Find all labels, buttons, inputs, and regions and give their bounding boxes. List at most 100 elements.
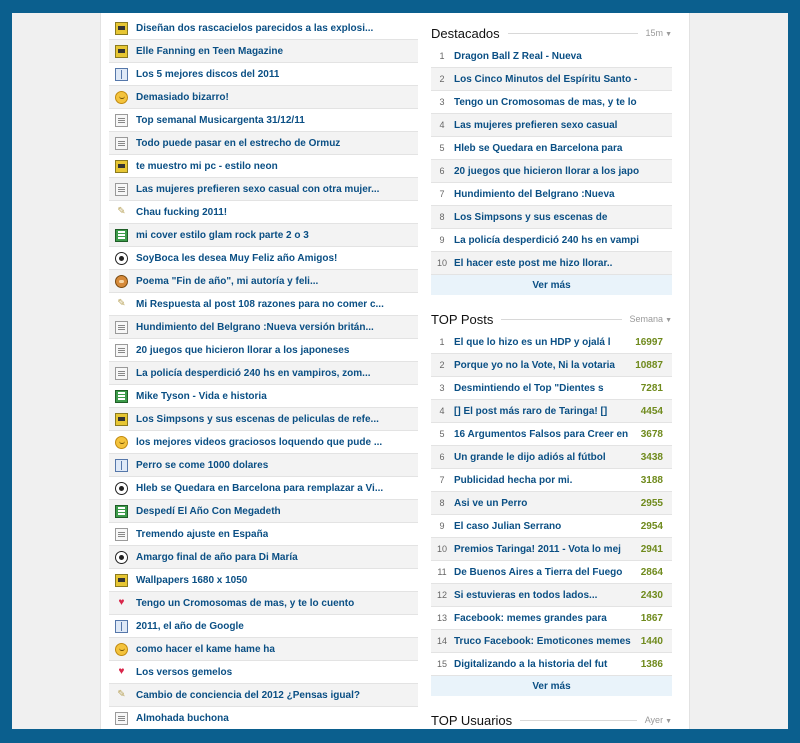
post-title-link[interactable]: Chau fucking 2011! xyxy=(136,207,227,218)
ranked-post-link[interactable]: [] El post más raro de Taringa! [] xyxy=(453,406,632,417)
ranked-list-item[interactable]: 1 El que lo hizo es un HDP y ojalá l 16997 xyxy=(431,331,672,354)
ranked-list-item[interactable]: 11 De Buenos Aires a Tierra del Fuego 2864 xyxy=(431,561,672,584)
post-title-link[interactable]: Amargo final de año para Di María xyxy=(136,552,298,563)
ranked-list-item[interactable]: 5 16 Argumentos Falsos para Creer en 3678 xyxy=(431,423,672,446)
ranked-post-link[interactable]: Si estuvieras en todos lados... xyxy=(453,590,632,601)
post-title-link[interactable]: Mi Respuesta al post 108 razones para no… xyxy=(136,299,384,310)
post-title-link[interactable]: mi cover estilo glam rock parte 2 o 3 xyxy=(136,230,309,241)
post-list-item[interactable]: Demasiado bizarro! xyxy=(109,86,418,109)
post-title-link[interactable]: Tremendo ajuste en España xyxy=(136,529,268,540)
post-title-link[interactable]: Hundimiento del Belgrano :Nueva versión … xyxy=(136,322,374,333)
post-list-item[interactable]: ✎ Chau fucking 2011! xyxy=(109,201,418,224)
ranked-list-item[interactable]: 3 Tengo un Cromosomas de mas, y te lo xyxy=(431,91,672,114)
ranked-list-item[interactable]: 1 Dragon Ball Z Real - Nueva xyxy=(431,45,672,68)
post-list-item[interactable]: Mike Tyson - Vida e historia xyxy=(109,385,418,408)
post-list-item[interactable]: Hleb se Quedara en Barcelona para rempla… xyxy=(109,477,418,500)
post-title-link[interactable]: Elle Fanning en Teen Magazine xyxy=(136,46,283,57)
post-title-link[interactable]: 2011, el año de Google xyxy=(136,621,244,632)
ranked-post-link[interactable]: 20 juegos que hicieron llorar a los japo xyxy=(453,166,672,177)
post-list-item[interactable]: ✎ Mi Respuesta al post 108 razones para n… xyxy=(109,293,418,316)
ranked-post-link[interactable]: Hleb se Quedara en Barcelona para xyxy=(453,143,672,154)
post-title-link[interactable]: Wallpapers 1680 x 1050 xyxy=(136,575,247,586)
post-list-item[interactable]: ♥ Tengo un Cromosomas de mas, y te lo cue… xyxy=(109,592,418,615)
post-title-link[interactable]: Diseñan dos rascacielos parecidos a las … xyxy=(136,23,373,34)
destacados-filter-dropdown[interactable]: 15m ▼ xyxy=(646,28,672,38)
post-title-link[interactable]: Los 5 mejores discos del 2011 xyxy=(136,69,279,80)
post-title-link[interactable]: Despedí El Año Con Megadeth xyxy=(136,506,281,517)
ranked-post-link[interactable]: Dragon Ball Z Real - Nueva xyxy=(453,51,672,62)
ranked-list-item[interactable]: 7 Hundimiento del Belgrano :Nueva xyxy=(431,183,672,206)
ranked-list-item[interactable]: 14 Truco Facebook: Emoticones memes 1440 xyxy=(431,630,672,653)
ranked-post-link[interactable]: Asi ve un Perro xyxy=(453,498,632,509)
ranked-post-link[interactable]: El que lo hizo es un HDP y ojalá l xyxy=(453,337,632,348)
ranked-list-item[interactable]: 10 El hacer este post me hizo llorar.. xyxy=(431,252,672,275)
top-usuarios-filter-dropdown[interactable]: Ayer ▼ xyxy=(645,715,672,725)
ranked-post-link[interactable]: Truco Facebook: Emoticones memes xyxy=(453,636,632,647)
ranked-list-item[interactable]: 2 Porque yo no la Vote, Ni la votaria 1088… xyxy=(431,354,672,377)
ranked-post-link[interactable]: El caso Julian Serrano xyxy=(453,521,632,532)
post-title-link[interactable]: Almohada buchona xyxy=(136,713,229,724)
ranked-post-link[interactable]: Premios Taringa! 2011 - Vota lo mej xyxy=(453,544,632,555)
post-title-link[interactable]: Demasiado bizarro! xyxy=(136,92,229,103)
ranked-post-link[interactable]: 16 Argumentos Falsos para Creer en xyxy=(453,429,632,440)
post-title-link[interactable]: Top semanal Musicargenta 31/12/11 xyxy=(136,115,305,126)
post-title-link[interactable]: Tengo un Cromosomas de mas, y te lo cuen… xyxy=(136,598,354,609)
post-list-item[interactable]: 2011, el año de Google xyxy=(109,615,418,638)
ranked-post-link[interactable]: Hundimiento del Belgrano :Nueva xyxy=(453,189,672,200)
ranked-list-item[interactable]: 7 Publicidad hecha por mi. 3188 xyxy=(431,469,672,492)
ranked-list-item[interactable]: 9 El caso Julian Serrano 2954 xyxy=(431,515,672,538)
post-title-link[interactable]: Poema "Fin de año", mi autoría y feli... xyxy=(136,276,318,287)
ranked-list-item[interactable]: 6 20 juegos que hicieron llorar a los jap… xyxy=(431,160,672,183)
destacados-ver-mas-link[interactable]: Ver más xyxy=(431,275,672,295)
post-list-item[interactable]: Almohada buchona xyxy=(109,707,418,729)
ranked-post-link[interactable]: Desmintiendo el Top "Dientes s xyxy=(453,383,632,394)
post-list-item[interactable]: Amargo final de año para Di María xyxy=(109,546,418,569)
post-list-item[interactable]: ♥ Los versos gemelos xyxy=(109,661,418,684)
post-list-item[interactable]: mi cover estilo glam rock parte 2 o 3 xyxy=(109,224,418,247)
ranked-post-link[interactable]: Facebook: memes grandes para xyxy=(453,613,632,624)
ranked-list-item[interactable]: 15 Digitalizando a la historia del fut 138… xyxy=(431,653,672,676)
post-list-item[interactable]: como hacer el kame hame ha xyxy=(109,638,418,661)
post-list-item[interactable]: SoyBoca les desea Muy Feliz año Amigos! xyxy=(109,247,418,270)
ranked-post-link[interactable]: Porque yo no la Vote, Ni la votaria xyxy=(453,360,632,371)
ranked-post-link[interactable]: El hacer este post me hizo llorar.. xyxy=(453,258,672,269)
post-list-item[interactable]: Los 5 mejores discos del 2011 xyxy=(109,63,418,86)
top-posts-filter-dropdown[interactable]: Semana ▼ xyxy=(630,314,672,324)
post-title-link[interactable]: Los Simpsons y sus escenas de peliculas … xyxy=(136,414,379,425)
ranked-post-link[interactable]: Publicidad hecha por mi. xyxy=(453,475,632,486)
ranked-post-link[interactable]: La policía desperdició 240 hs en vampi xyxy=(453,235,672,246)
post-title-link[interactable]: Las mujeres prefieren sexo casual con ot… xyxy=(136,184,379,195)
post-list-item[interactable]: 20 juegos que hicieron llorar a los japo… xyxy=(109,339,418,362)
post-list-item[interactable]: La policía desperdició 240 hs en vampiro… xyxy=(109,362,418,385)
top-posts-ver-mas-link[interactable]: Ver más xyxy=(431,676,672,696)
post-list-item[interactable]: te muestro mi pc - estilo neon xyxy=(109,155,418,178)
ranked-list-item[interactable]: 4 Las mujeres prefieren sexo casual xyxy=(431,114,672,137)
ranked-list-item[interactable]: 3 Desmintiendo el Top "Dientes s 7281 xyxy=(431,377,672,400)
post-title-link[interactable]: Cambio de conciencia del 2012 ¿Pensas ig… xyxy=(136,690,360,701)
post-list-item[interactable]: Poema "Fin de año", mi autoría y feli... xyxy=(109,270,418,293)
post-title-link[interactable]: SoyBoca les desea Muy Feliz año Amigos! xyxy=(136,253,337,264)
post-list-item[interactable]: ✎ Cambio de conciencia del 2012 ¿Pensas i… xyxy=(109,684,418,707)
ranked-list-item[interactable]: 13 Facebook: memes grandes para 1867 xyxy=(431,607,672,630)
post-list-item[interactable]: Tremendo ajuste en España xyxy=(109,523,418,546)
post-list-item[interactable]: Top semanal Musicargenta 31/12/11 xyxy=(109,109,418,132)
ranked-list-item[interactable]: 8 Los Simpsons y sus escenas de xyxy=(431,206,672,229)
post-list-item[interactable]: Perro se come 1000 dolares xyxy=(109,454,418,477)
post-title-link[interactable]: Hleb se Quedara en Barcelona para rempla… xyxy=(136,483,383,494)
ranked-post-link[interactable]: Las mujeres prefieren sexo casual xyxy=(453,120,672,131)
post-list-item[interactable]: los mejores videos graciosos loquendo qu… xyxy=(109,431,418,454)
ranked-list-item[interactable]: 8 Asi ve un Perro 2955 xyxy=(431,492,672,515)
ranked-list-item[interactable]: 12 Si estuvieras en todos lados... 2430 xyxy=(431,584,672,607)
ranked-list-item[interactable]: 4 [] El post más raro de Taringa! [] 4454 xyxy=(431,400,672,423)
ranked-post-link[interactable]: Digitalizando a la historia del fut xyxy=(453,659,632,670)
ranked-list-item[interactable]: 6 Un grande le dijo adiós al fútbol 3438 xyxy=(431,446,672,469)
post-list-item[interactable]: Todo puede pasar en el estrecho de Ormuz xyxy=(109,132,418,155)
post-list-item[interactable]: Diseñan dos rascacielos parecidos a las … xyxy=(109,17,418,40)
post-title-link[interactable]: como hacer el kame hame ha xyxy=(136,644,275,655)
ranked-post-link[interactable]: Los Cinco Minutos del Espíritu Santo - xyxy=(453,74,672,85)
post-title-link[interactable]: los mejores videos graciosos loquendo qu… xyxy=(136,437,382,448)
post-title-link[interactable]: Todo puede pasar en el estrecho de Ormuz xyxy=(136,138,340,149)
post-title-link[interactable]: 20 juegos que hicieron llorar a los japo… xyxy=(136,345,349,356)
ranked-list-item[interactable]: 2 Los Cinco Minutos del Espíritu Santo - xyxy=(431,68,672,91)
post-list-item[interactable]: Hundimiento del Belgrano :Nueva versión … xyxy=(109,316,418,339)
